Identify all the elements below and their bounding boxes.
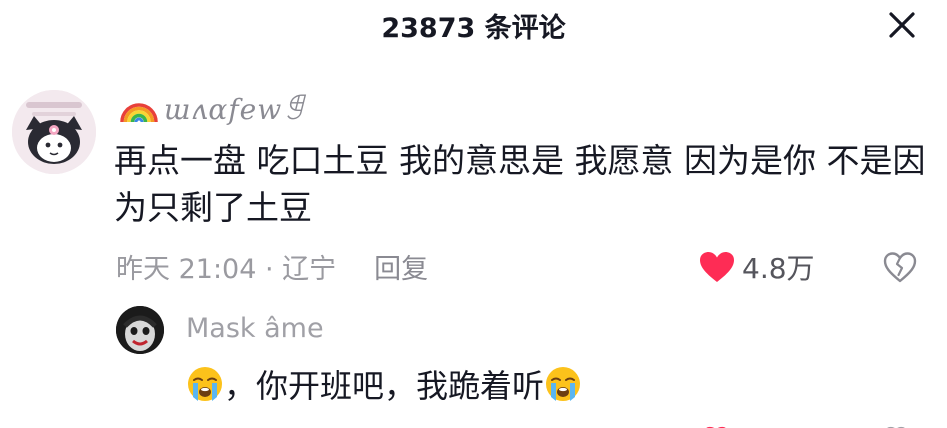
like-count: 4.8万 [742, 252, 815, 285]
commenter-name[interactable]: ɯʌɑfewꁅ [118, 86, 305, 128]
loudly-crying-face-emoji [546, 367, 581, 401]
like-button[interactable]: 4.8万 [698, 245, 815, 289]
comments-panel: 23873 条评论 ɯʌɑfewꁅ 再点一盘 吃口土豆 我的意思是 我愿意 因为… [0, 0, 947, 428]
replier-avatar[interactable] [116, 306, 164, 354]
loudly-crying-face-emoji [188, 367, 222, 401]
broken-heart-icon[interactable] [882, 249, 918, 285]
replier-username[interactable]: Mask âme [186, 313, 324, 344]
reply-body: ，你开班吧，我跪着听 [186, 360, 582, 408]
commenter-username: ɯʌɑfewꁅ [164, 92, 306, 126]
reply-button[interactable]: 回复 [374, 247, 428, 286]
reply-text: ，你开班吧，我跪着听 [224, 367, 545, 405]
kuromi-avatar-icon [12, 90, 96, 174]
close-icon[interactable] [887, 10, 917, 40]
rainbow-icon [120, 103, 158, 123]
comment-time-location: 昨天 21:04 · 辽宁 [116, 253, 337, 285]
comment-meta: 昨天 21:04 · 辽宁 回复 [116, 243, 428, 289]
comment-body: 再点一盘 吃口土豆 我的意思是 我愿意 因为是你 不是因为只剩了土豆 [114, 141, 926, 227]
commenter-avatar[interactable] [12, 90, 96, 174]
masked-face-avatar-icon [116, 306, 164, 354]
next-comment-row-cutoff [0, 418, 947, 428]
cutoff-row-fragments [706, 426, 905, 428]
heart-icon [700, 252, 734, 282]
comment-count-title: 23873 条评论 [381, 13, 566, 44]
